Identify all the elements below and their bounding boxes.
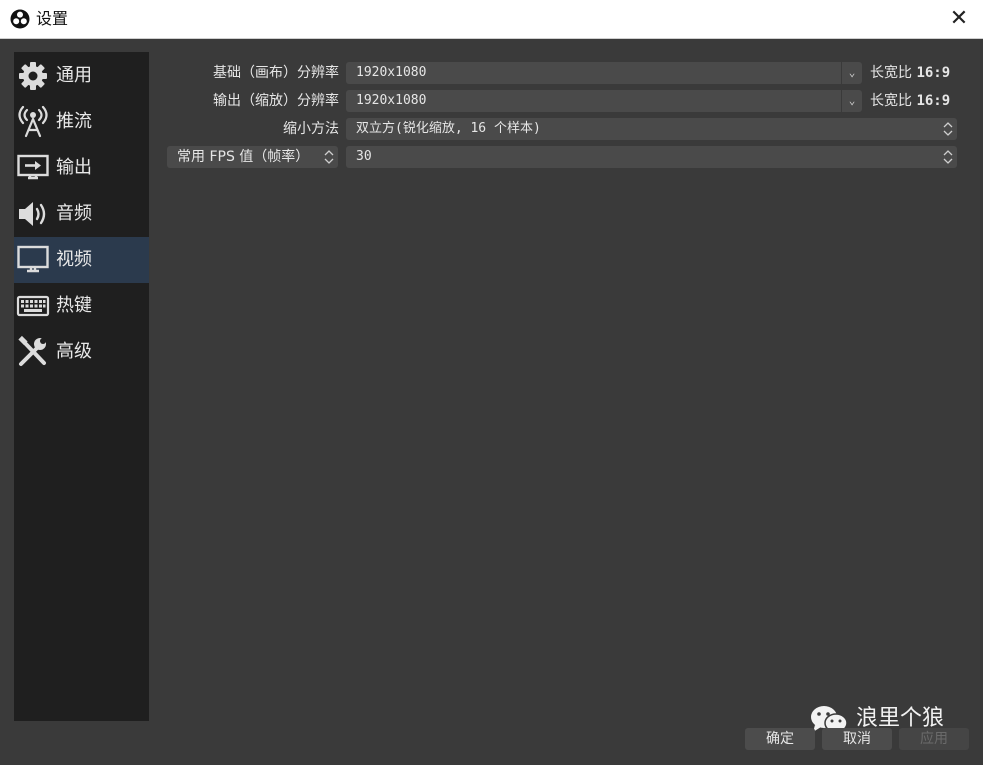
title-bar: 设置 ✕: [0, 0, 983, 39]
up-down-chevron-icon: [943, 150, 953, 164]
sidebar-item-general[interactable]: 通用: [14, 53, 149, 99]
base-aspect-ratio: 长宽比 16:9: [870, 62, 950, 84]
gear-icon: [19, 62, 47, 90]
up-down-chevron-icon: [943, 122, 953, 136]
downscale-filter-select[interactable]: 双立方(锐化缩放, 16 个样本): [346, 118, 957, 140]
sidebar-item-audio[interactable]: 音频: [14, 191, 149, 237]
sidebar-item-advanced[interactable]: 高级: [14, 329, 149, 375]
up-down-chevron-icon: [324, 150, 334, 164]
output-resolution-value: 1920x1080: [356, 93, 427, 108]
fps-value-select[interactable]: 30: [346, 146, 957, 168]
cancel-button[interactable]: 取消: [822, 728, 892, 750]
sidebar-item-label: 高级: [56, 341, 92, 362]
sidebar-item-label: 通用: [56, 65, 92, 86]
base-resolution-label: 基础（画布）分辨率: [213, 65, 339, 81]
aspect-ratio-value: 16:9: [916, 93, 951, 109]
sidebar-item-label: 热键: [56, 295, 92, 316]
settings-sidebar: 通用 推流 输出 音频 视频 热键 高级: [14, 52, 149, 721]
obs-logo-icon: [10, 9, 30, 29]
monitor-icon: [17, 245, 49, 273]
base-resolution-combo[interactable]: 1920x1080 ⌄: [346, 62, 862, 84]
sidebar-item-hotkeys[interactable]: 热键: [14, 283, 149, 329]
chevron-down-icon[interactable]: ⌄: [841, 62, 862, 84]
sidebar-item-stream[interactable]: 推流: [14, 99, 149, 145]
sidebar-item-label: 输出: [56, 157, 92, 178]
output-resolution-label: 输出（缩放）分辨率: [213, 93, 339, 109]
fps-value: 30: [356, 149, 372, 164]
sidebar-item-output[interactable]: 输出: [14, 145, 149, 191]
close-icon[interactable]: ✕: [947, 7, 971, 31]
fps-type-select[interactable]: 常用 FPS 值（帧率）: [167, 146, 338, 168]
apply-button[interactable]: 应用: [899, 728, 969, 750]
sidebar-item-label: 推流: [56, 111, 92, 132]
aspect-ratio-value: 16:9: [916, 65, 951, 81]
tools-icon: [18, 335, 46, 366]
downscale-filter-value: 双立方(锐化缩放, 16 个样本): [356, 121, 541, 136]
keyboard-icon: [16, 295, 50, 317]
downscale-filter-label: 缩小方法: [283, 121, 339, 137]
aspect-ratio-label: 长宽比: [870, 65, 912, 81]
fps-type-value: 常用 FPS 值（帧率）: [177, 149, 310, 165]
window-title: 设置: [36, 9, 69, 28]
output-monitor-icon: [17, 154, 49, 180]
output-resolution-combo[interactable]: 1920x1080 ⌄: [346, 90, 862, 112]
sidebar-item-label: 音频: [56, 203, 92, 224]
sidebar-item-video[interactable]: 视频: [14, 237, 149, 283]
ok-button[interactable]: 确定: [745, 728, 815, 750]
speaker-icon: [19, 202, 46, 226]
broadcast-antenna-icon: [18, 105, 48, 138]
base-resolution-value: 1920x1080: [356, 65, 427, 80]
output-aspect-ratio: 长宽比 16:9: [870, 90, 950, 112]
chevron-down-icon[interactable]: ⌄: [841, 90, 862, 112]
sidebar-item-label: 视频: [56, 249, 92, 270]
aspect-ratio-label: 长宽比: [870, 93, 912, 109]
